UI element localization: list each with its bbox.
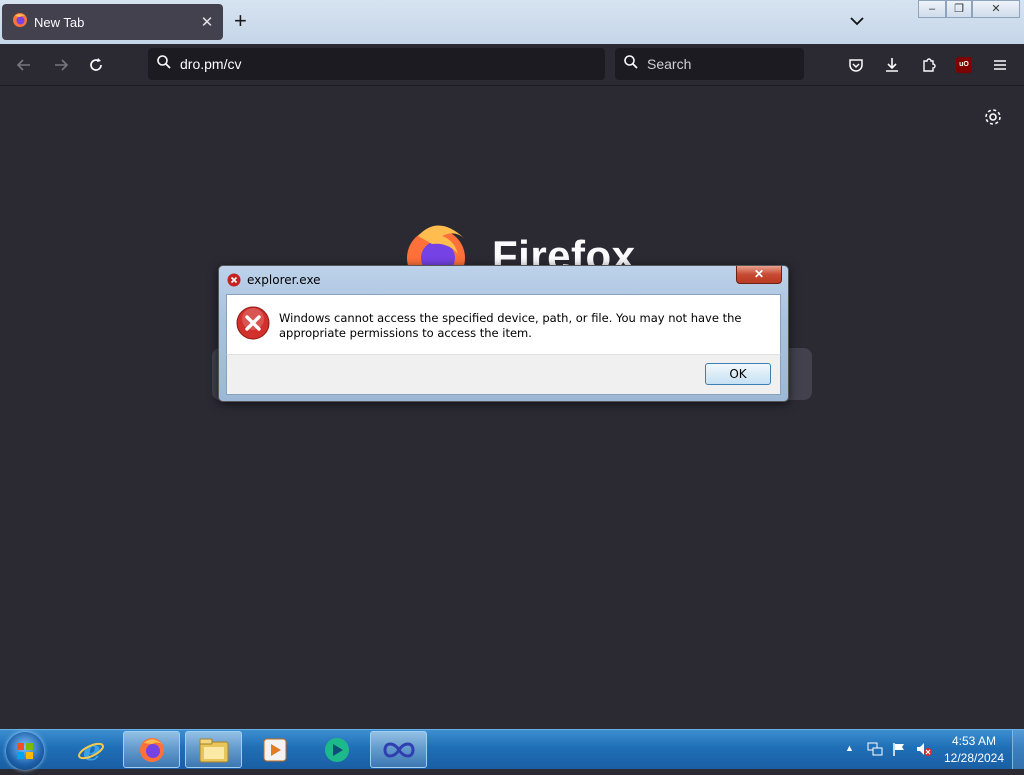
new-tab-page — [0, 86, 1024, 729]
extensions-puzzle-icon[interactable] — [918, 54, 940, 76]
menu-hamburger-icon[interactable] — [989, 54, 1011, 76]
new-tab-button[interactable]: + — [234, 9, 247, 33]
forward-arrow-icon[interactable] — [50, 54, 72, 76]
minimize-button[interactable]: – — [918, 0, 946, 18]
infinity-app-icon — [382, 742, 415, 757]
taskbar-app[interactable] — [308, 731, 365, 768]
dialog-body: Windows cannot access the specified devi… — [226, 294, 781, 354]
tab-close-icon[interactable]: ✕ — [199, 13, 215, 31]
action-center-flag-icon[interactable] — [891, 741, 907, 762]
search-field[interactable]: Search — [615, 48, 804, 80]
error-small-icon — [227, 273, 241, 292]
file-explorer-icon — [199, 738, 228, 762]
app-icon — [324, 737, 349, 762]
firefox-tab-icon — [12, 12, 28, 33]
network-icon[interactable] — [867, 741, 883, 762]
taskbar-infinity-app[interactable] — [370, 731, 427, 768]
tray-overflow-arrow[interactable]: ▲ — [845, 743, 854, 753]
clock-date[interactable]: 12/28/2024 — [940, 751, 1008, 765]
restore-button[interactable]: ❐ — [946, 0, 972, 18]
volume-muted-icon[interactable] — [915, 741, 933, 762]
error-dialog: explorer.exe ✕ Windows cannot access the… — [218, 265, 789, 402]
show-desktop-button[interactable] — [1012, 730, 1024, 769]
ublock-badge: uO — [956, 57, 972, 73]
dialog-button-area: OK — [226, 354, 781, 395]
windows-logo-icon — [17, 743, 33, 759]
pocket-icon[interactable] — [845, 54, 867, 76]
dialog-title: explorer.exe — [247, 273, 321, 287]
dialog-close-button[interactable]: ✕ — [736, 266, 782, 284]
downloads-icon[interactable] — [881, 54, 903, 76]
search-icon — [156, 54, 172, 75]
taskbar-media-player[interactable] — [246, 731, 303, 768]
firefox-icon — [139, 737, 164, 762]
url-text: dro.pm/cv — [180, 56, 242, 72]
error-icon — [236, 306, 270, 345]
search-placeholder: Search — [647, 56, 692, 72]
settings-gear-icon[interactable] — [982, 106, 1004, 133]
start-button[interactable] — [6, 732, 44, 770]
taskbar-internet-explorer[interactable]: e — [62, 731, 119, 768]
internet-explorer-icon: e — [77, 735, 104, 765]
taskbar-firefox[interactable] — [123, 731, 180, 768]
reload-icon[interactable] — [85, 54, 107, 76]
search-icon — [623, 54, 639, 75]
taskbar: e ▲ 4:53 AM 12/28/2024 — [0, 729, 1024, 770]
ok-button[interactable]: OK — [705, 363, 771, 385]
window-close-button[interactable]: ✕ — [972, 0, 1020, 18]
list-all-tabs-chevron-icon[interactable] — [848, 12, 866, 35]
dialog-message: Windows cannot access the specified devi… — [279, 311, 742, 340]
back-arrow-icon[interactable] — [13, 54, 35, 76]
media-player-icon — [263, 738, 286, 761]
taskbar-file-explorer[interactable] — [185, 731, 242, 768]
ublock-origin-icon[interactable]: uO — [953, 54, 975, 76]
title-bar: New Tab ✕ + – ❐ ✕ — [0, 0, 1024, 44]
svg-text:e: e — [83, 735, 101, 765]
tab-label: New Tab — [34, 14, 85, 30]
tab-new-tab[interactable]: New Tab ✕ — [2, 4, 223, 40]
url-bar[interactable]: dro.pm/cv — [148, 48, 605, 80]
clock-time[interactable]: 4:53 AM — [945, 734, 1003, 748]
